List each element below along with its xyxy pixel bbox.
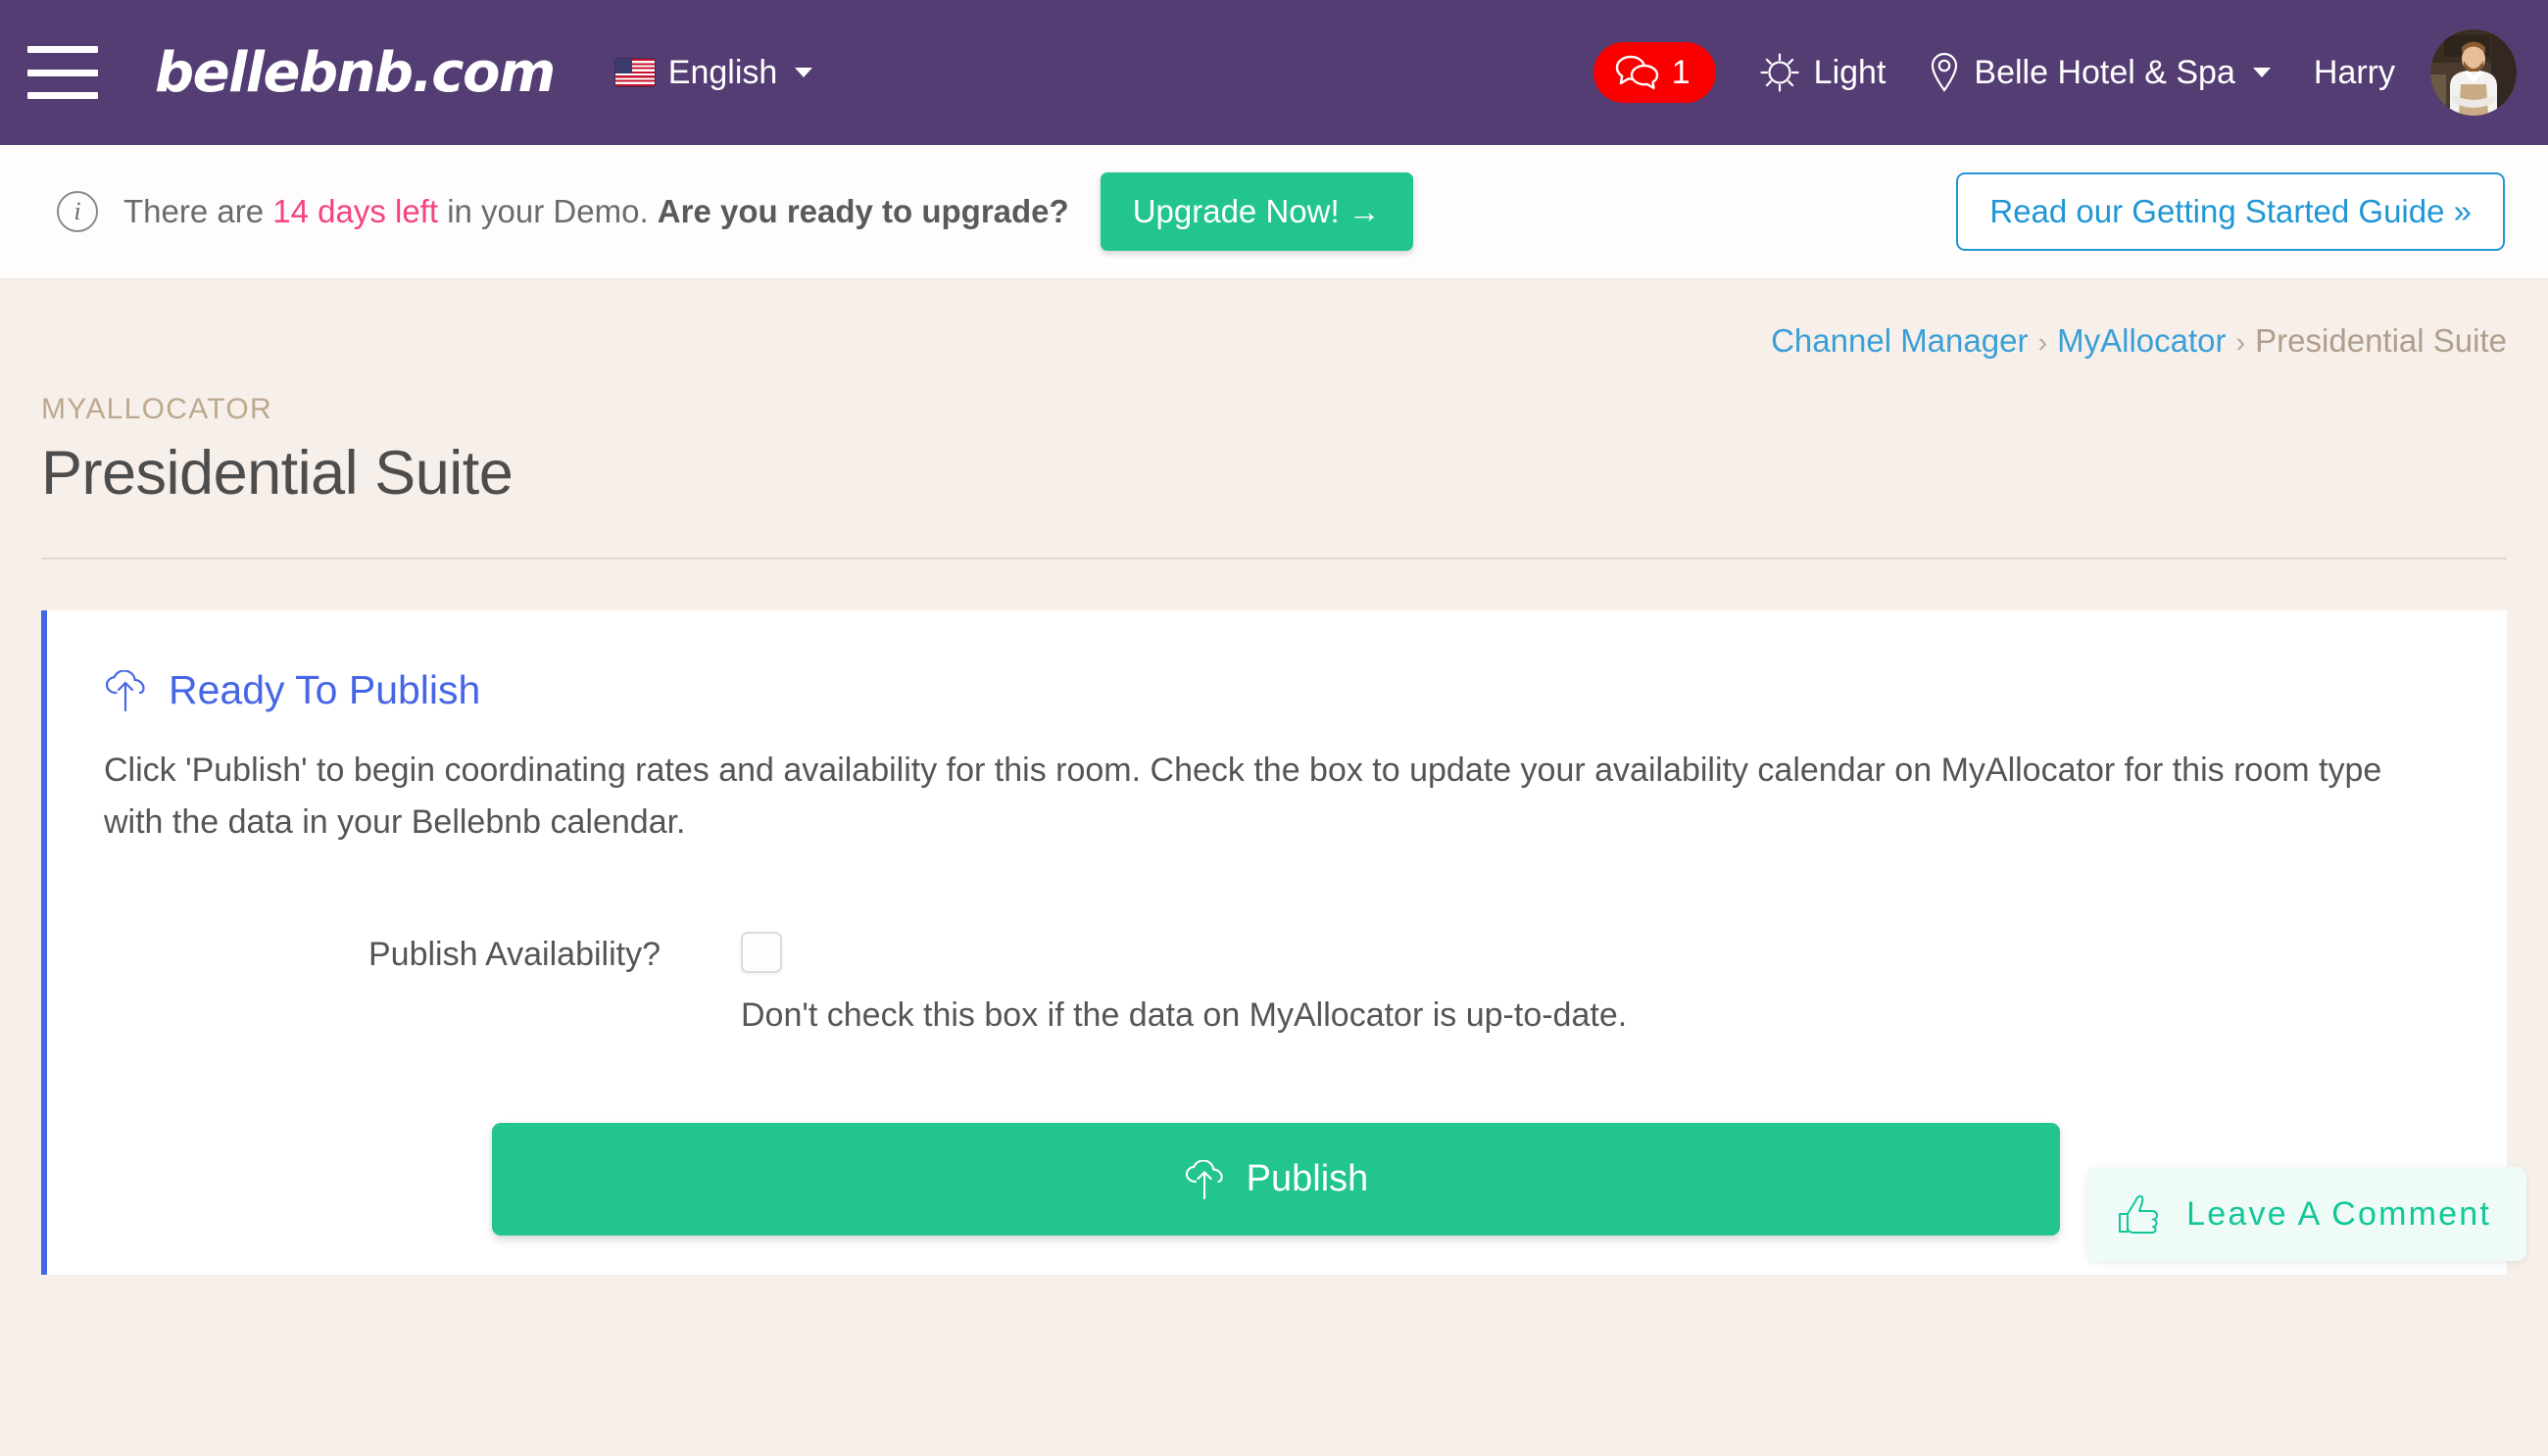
hamburger-menu-icon[interactable] [27,46,98,99]
chat-bubbles-icon [1615,55,1658,90]
sun-icon [1760,53,1799,92]
breadcrumb-separator: › [2235,327,2246,359]
property-selector[interactable]: Belle Hotel & Spa [1929,51,2271,94]
demo-text-before: There are [123,193,273,229]
breadcrumb-item-myallocator[interactable]: MyAllocator [2057,322,2226,359]
hamburger-line [27,46,98,53]
language-selector[interactable]: English [614,53,813,92]
leave-a-comment-label: Leave A Comment [2186,1194,2491,1233]
notification-count: 1 [1671,53,1690,91]
demo-banner: i There are 14 days left in your Demo. A… [0,145,2548,279]
leave-a-comment-button[interactable]: Leave A Comment [2086,1167,2526,1262]
header-divider [41,558,2507,559]
us-flag-icon [614,59,655,86]
theme-label: Light [1813,53,1886,91]
page-eyebrow: MYALLOCATOR [41,393,273,425]
publish-button-label: Publish [1246,1158,1369,1200]
top-navigation-bar: bellebnb.com English 1 Light Belle Hotel… [0,0,2548,145]
user-name[interactable]: Harry [2314,54,2395,92]
property-label: Belle Hotel & Spa [1974,53,2235,91]
publish-button[interactable]: Publish [492,1123,2060,1237]
breadcrumb-item-channel-manager[interactable]: Channel Manager [1771,322,2028,359]
page-title: Presidential Suite [41,439,514,508]
map-pin-icon [1932,52,1958,92]
breadcrumb: Channel Manager › MyAllocator › Presidential… [41,279,2507,360]
chevron-down-icon [795,68,813,77]
language-label: English [667,53,778,91]
cloud-upload-icon [1185,1159,1223,1199]
page-content: Channel Manager › MyAllocator › Presidential… [0,279,2548,1276]
avatar[interactable] [2430,29,2517,116]
info-circle-icon: i [57,191,98,232]
card-description: Click 'Publish' to begin coordinating ra… [104,752,2382,841]
card-title-row: Ready To Publish [104,667,2448,713]
breadcrumb-separator: › [2037,327,2048,359]
publish-availability-control: Don't check this box if the data on MyAl… [741,932,1627,1035]
demo-banner-text: There are 14 days left in your Demo. Are… [123,193,1069,230]
publish-availability-checkbox[interactable] [741,932,782,974]
chevron-down-icon [2252,68,2271,77]
user-avatar-photo [2430,29,2517,116]
publish-availability-help-text: Don't check this box if the data on MyAl… [741,996,1628,1035]
hamburger-line [27,92,98,99]
hamburger-line [27,69,98,76]
getting-started-guide-button[interactable]: Read our Getting Started Guide » [1956,172,2505,251]
demo-days-left: 14 days left [272,193,439,229]
cloud-upload-icon [105,669,145,711]
theme-toggle[interactable]: Light [1759,52,1886,93]
publish-availability-label: Publish Availability? [368,936,661,974]
nav-right-group: 1 Light Belle Hotel & Spa Harry [1592,29,2517,116]
thumbs-up-icon [2119,1195,2159,1235]
brand-logo[interactable]: bellebnb.com [155,41,556,105]
breadcrumb-item-current: Presidential Suite [2255,322,2507,359]
notifications-button[interactable]: 1 [1592,42,1716,103]
card-title: Ready To Publish [169,667,481,712]
demo-text-middle: in your Demo. [438,193,658,229]
demo-question: Are you ready to upgrade? [657,193,1069,229]
publish-availability-row: Publish Availability? Don't check this b… [104,932,2448,1035]
upgrade-now-button[interactable]: Upgrade Now! → [1100,172,1413,251]
